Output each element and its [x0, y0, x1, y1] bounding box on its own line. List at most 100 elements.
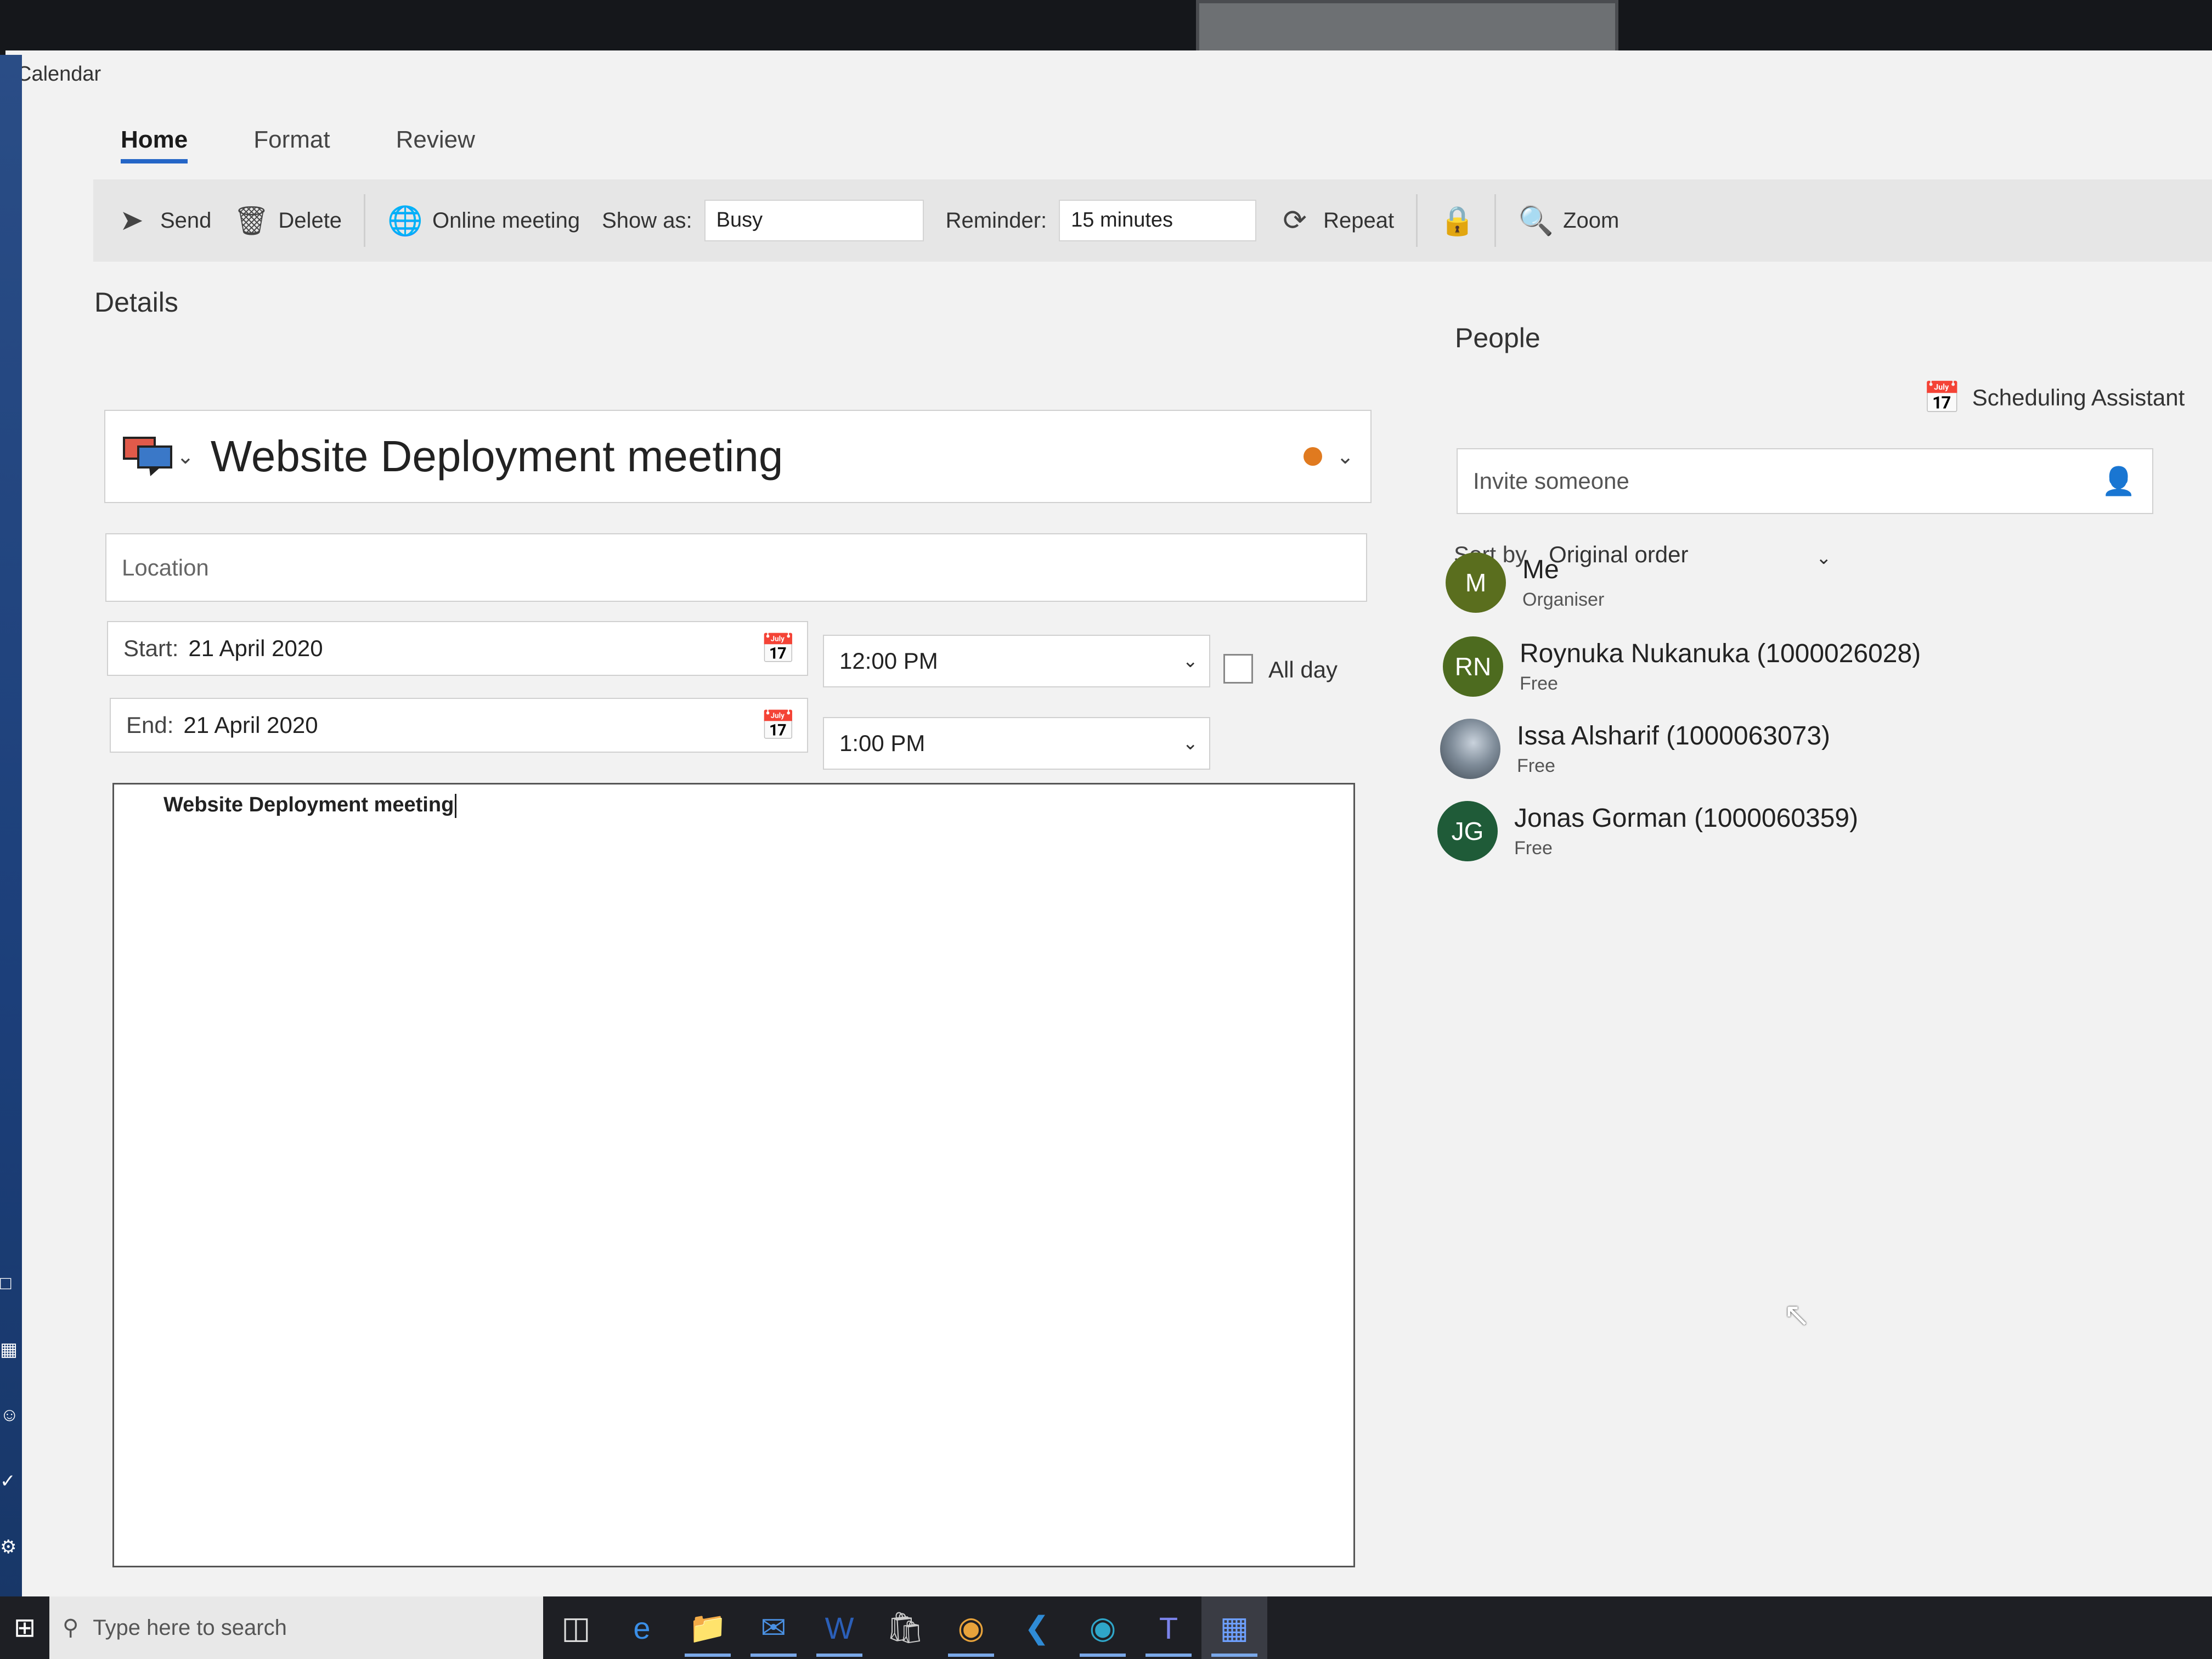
- start-date-value: 21 April 2020: [188, 635, 323, 661]
- settings-icon[interactable]: ⚙: [0, 1536, 16, 1569]
- teams-icon[interactable]: T: [1136, 1596, 1201, 1659]
- edge-dev-icon[interactable]: ◉: [1070, 1596, 1136, 1659]
- taskbar-search-placeholder: Type here to search: [93, 1615, 287, 1640]
- attendee-status: Free: [1520, 673, 1558, 694]
- repeat-icon: ⟳: [1283, 205, 1307, 236]
- end-time-value: 1:00 PM: [839, 730, 926, 756]
- show-as-label: Show as:: [602, 208, 692, 233]
- avatar-photo: [1440, 719, 1500, 779]
- search-icon: 🔍: [1518, 205, 1554, 237]
- attendee-name: Issa Alsharif (1000063073): [1517, 721, 1831, 751]
- ribbon-toolbar: ➤ Send 🗑 Delete 🌐 Online meeting Show as…: [93, 179, 2212, 262]
- online-meeting-button[interactable]: 🌐 Online meeting: [387, 204, 580, 238]
- windows-taskbar: ⊞ ⚲ Type here to search ◫ e 📁 ✉ W 🛍 ◉ ❮ …: [0, 1596, 2212, 1659]
- subject-text[interactable]: Website Deployment meeting: [211, 431, 1304, 482]
- zoom-button[interactable]: 🔍 Zoom: [1518, 204, 1619, 238]
- chevron-down-icon[interactable]: ⌄: [1336, 444, 1354, 469]
- send-label: Send: [160, 208, 212, 233]
- globe-icon: 🌐: [387, 205, 423, 237]
- subject-field[interactable]: ⌄ Website Deployment meeting ⌄: [104, 410, 1372, 503]
- status-color-dot[interactable]: [1304, 447, 1323, 466]
- scheduling-assistant-button[interactable]: 📅 Scheduling Assistant: [1923, 380, 2185, 416]
- store-icon[interactable]: 🛍: [872, 1596, 938, 1659]
- todo-icon[interactable]: ✓: [0, 1470, 16, 1503]
- attendee-name: Roynuka Nukanuka (1000026028): [1520, 639, 1921, 668]
- invite-input[interactable]: Invite someone 👤: [1457, 448, 2153, 514]
- attendee-status: Free: [1514, 838, 1553, 859]
- avatar: M: [1446, 552, 1506, 613]
- calendar-clock-icon: 📅: [1923, 380, 1961, 415]
- calendar-icon[interactable]: 📅: [760, 632, 796, 665]
- send-button[interactable]: ➤ Send: [115, 204, 211, 237]
- private-button[interactable]: 🔒: [1440, 204, 1475, 238]
- calendar-app-icon[interactable]: ▦: [1201, 1596, 1267, 1659]
- vscode-icon[interactable]: ❮: [1004, 1596, 1070, 1659]
- repeat-label: Repeat: [1323, 208, 1395, 233]
- start-label: Start:: [123, 635, 179, 661]
- details-title: Details: [94, 287, 178, 318]
- trash-icon: 🗑: [233, 205, 270, 237]
- monitor-bezel: [0, 0, 2212, 55]
- end-label: End:: [126, 712, 174, 738]
- all-day-checkbox[interactable]: [1223, 654, 1253, 684]
- calendar-icon[interactable]: ▦: [0, 1339, 18, 1372]
- attendee-row[interactable]: JG Jonas Gorman (1000060359) Free: [1437, 801, 1858, 861]
- chevron-down-icon: ⌄: [1182, 651, 1199, 672]
- end-time-select[interactable]: 1:00 PM ⌄: [823, 717, 1210, 770]
- attendee-row[interactable]: RN Roynuka Nukanuka (1000026028) Free: [1443, 636, 1921, 697]
- tab-format[interactable]: Format: [253, 126, 330, 163]
- online-meeting-label: Online meeting: [432, 208, 580, 233]
- text-caret: [455, 793, 457, 818]
- end-date-field[interactable]: End: 21 April 2020 📅: [110, 698, 808, 753]
- mouse-cursor: ↖: [1783, 1296, 1811, 1333]
- tab-review[interactable]: Review: [396, 126, 475, 163]
- event-body-editor[interactable]: Website Deployment meeting: [112, 783, 1355, 1567]
- location-input[interactable]: Location: [105, 533, 1367, 602]
- show-as-group: Show as: Busy: [602, 200, 924, 241]
- search-icon: ⚲: [63, 1616, 79, 1640]
- calendar-window: Calendar Home Format Review ➤ Send 🗑 Del…: [5, 50, 2212, 1603]
- start-time-select[interactable]: 12:00 PM ⌄: [823, 635, 1210, 687]
- people-title: People: [1455, 323, 1541, 353]
- chevron-down-icon[interactable]: ⌄: [177, 444, 194, 469]
- mail-icon[interactable]: □: [0, 1273, 16, 1306]
- attendee-name: Me: [1522, 555, 1559, 584]
- attendee-name: Jonas Gorman (1000060359): [1514, 804, 1859, 833]
- zoom-label: Zoom: [1563, 208, 1620, 233]
- divider: [364, 194, 366, 247]
- windows-start-icon[interactable]: ⊞: [0, 1596, 49, 1659]
- chevron-down-icon[interactable]: ⌄: [1816, 547, 1832, 569]
- delete-button[interactable]: 🗑 Delete: [233, 204, 342, 238]
- scheduling-assistant-label: Scheduling Assistant: [1972, 385, 2185, 410]
- task-view-icon[interactable]: ◫: [543, 1596, 609, 1659]
- lock-icon: 🔒: [1440, 205, 1475, 237]
- reminder-select[interactable]: 15 minutes: [1059, 200, 1257, 241]
- avatar: RN: [1443, 636, 1503, 697]
- end-date-value: 21 April 2020: [183, 712, 318, 738]
- edge-icon[interactable]: e: [609, 1596, 675, 1659]
- file-explorer-icon[interactable]: 📁: [675, 1596, 741, 1659]
- divider: [1494, 194, 1497, 247]
- body-text[interactable]: Website Deployment meeting: [163, 793, 457, 818]
- mail-icon[interactable]: ✉: [741, 1596, 806, 1659]
- event-type-icon[interactable]: [122, 435, 177, 478]
- people-icon[interactable]: ☺: [0, 1404, 19, 1437]
- left-nav-strip: □ ▦ ☺ ✓ ⚙: [0, 55, 22, 1607]
- attendee-status: Organiser: [1522, 589, 1605, 610]
- chrome-icon[interactable]: ◉: [938, 1596, 1004, 1659]
- repeat-button[interactable]: ⟳ Repeat: [1278, 204, 1394, 237]
- app-title: Calendar: [16, 63, 101, 86]
- taskbar-search[interactable]: ⚲ Type here to search: [49, 1596, 543, 1659]
- show-as-select[interactable]: Busy: [704, 200, 924, 241]
- calendar-icon[interactable]: 📅: [760, 709, 796, 742]
- reminder-label: Reminder:: [945, 208, 1047, 233]
- attendee-row[interactable]: Issa Alsharif (1000063073) Free: [1440, 719, 1830, 779]
- attendee-row[interactable]: M Me Organiser: [1446, 552, 1604, 613]
- person-icon[interactable]: 👤: [2102, 465, 2136, 498]
- word-icon[interactable]: W: [806, 1596, 872, 1659]
- start-date-field[interactable]: Start: 21 April 2020 📅: [107, 621, 808, 676]
- delete-label: Delete: [278, 208, 342, 233]
- tab-home[interactable]: Home: [121, 126, 188, 163]
- divider: [1416, 194, 1418, 247]
- all-day-label: All day: [1268, 657, 1338, 682]
